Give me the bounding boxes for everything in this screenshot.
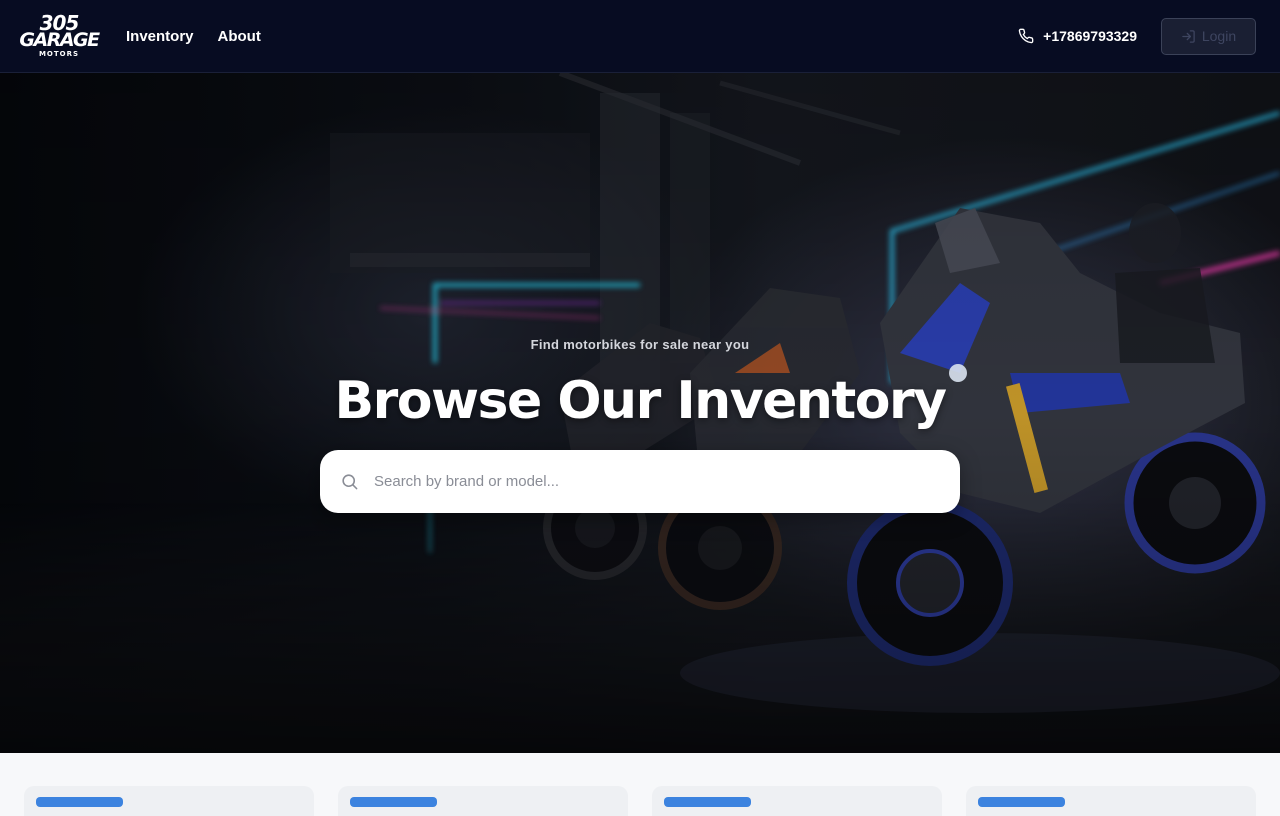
listing-card[interactable]	[652, 786, 942, 816]
header-actions: +17869793329 Login	[1018, 17, 1256, 55]
login-button[interactable]: Login	[1161, 17, 1256, 55]
log-in-icon	[1182, 29, 1195, 43]
nav-link-about[interactable]: About	[218, 28, 261, 45]
search-icon	[342, 474, 358, 490]
site-header: 305 GARAGE MOTORS Inventory About +17869…	[0, 0, 1280, 73]
search-input[interactable]	[372, 472, 940, 491]
listing-cards-section	[0, 753, 1280, 816]
listing-card[interactable]	[966, 786, 1256, 816]
phone-icon	[1018, 28, 1034, 44]
listing-badge	[36, 797, 123, 807]
listing-card[interactable]	[338, 786, 628, 816]
hero-section: Find motorbikes for sale near you Browse…	[0, 73, 1280, 753]
brand-logo[interactable]: 305 GARAGE MOTORS	[19, 13, 100, 59]
listing-card[interactable]	[24, 786, 314, 816]
login-label: Login	[1201, 28, 1237, 44]
phone-link[interactable]: +17869793329	[1018, 28, 1137, 44]
hero-title: Browse Our Inventory	[334, 371, 947, 431]
hero-content: Find motorbikes for sale near you Browse…	[0, 73, 1280, 753]
phone-number: +17869793329	[1043, 28, 1137, 44]
hero-subtitle: Find motorbikes for sale near you	[530, 337, 750, 352]
nav-link-inventory[interactable]: Inventory	[126, 28, 194, 45]
logo-line-3: MOTORS	[38, 50, 80, 59]
listing-badge	[350, 797, 437, 807]
search-bar	[320, 450, 960, 513]
listing-badge	[978, 797, 1065, 807]
main-nav: Inventory About	[126, 28, 261, 45]
logo-line-2: GARAGE	[19, 29, 100, 52]
listing-badge	[664, 797, 751, 807]
